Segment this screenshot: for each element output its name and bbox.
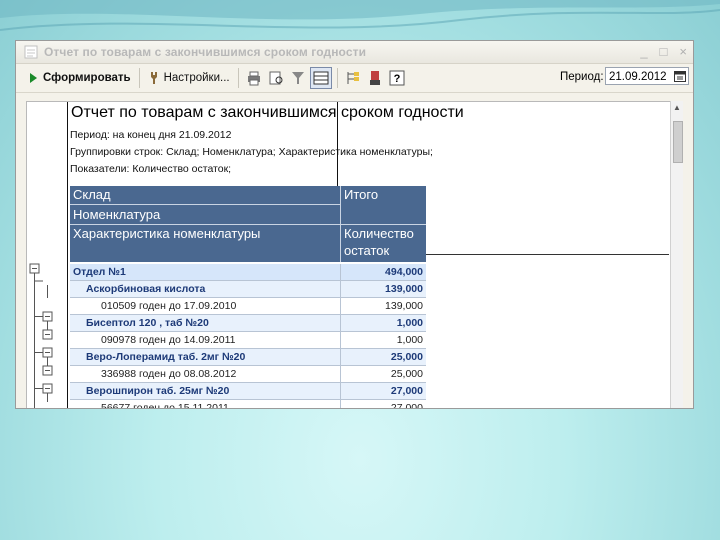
row-value: 25,000	[390, 368, 423, 380]
filter-button[interactable]	[288, 68, 308, 88]
preview-icon	[269, 71, 283, 85]
row-value: 139,000	[385, 300, 423, 312]
period-input[interactable]: 21.09.2012	[605, 67, 689, 85]
cell-divider	[340, 366, 341, 383]
scroll-up-icon[interactable]: ▲	[673, 103, 681, 112]
grouping-tree	[29, 263, 53, 408]
report-period: Период: на конец дня 21.09.2012	[70, 129, 232, 141]
header-quantity-line2: остаток	[344, 243, 390, 258]
row-name: Бисептол 120 , таб №20	[86, 317, 209, 329]
settings-button[interactable]: Настройки...	[144, 67, 234, 89]
cell-divider	[340, 264, 341, 281]
toolbar-separator	[138, 68, 140, 88]
row-name: 010509 годен до 17.09.2010	[101, 300, 237, 312]
play-icon	[30, 73, 37, 83]
row-value: 27,000	[390, 402, 423, 409]
report-sheet[interactable]: Отчет по товарам с закончившимся сроком …	[26, 101, 672, 409]
item-row[interactable]: Веро-Лоперамид таб. 2мг №20 25,000	[70, 349, 426, 366]
scroll-thumb[interactable]	[673, 121, 683, 163]
row-value: 494,000	[385, 266, 423, 278]
cell-divider	[340, 383, 341, 400]
toolbar-separator	[336, 68, 338, 88]
save-icon	[369, 71, 380, 85]
header-quantity: Количество остаток	[340, 224, 426, 262]
report-app-icon	[24, 45, 38, 59]
calendar-icon[interactable]	[674, 70, 686, 82]
settings-label: Настройки...	[163, 72, 230, 84]
row-name: 56677 годен до 15.11.2011	[101, 402, 229, 409]
window-title: Отчет по товарам с закончившимся сроком …	[44, 45, 367, 59]
title-bar: Отчет по товарам с закончившимся сроком …	[16, 41, 693, 64]
toolbar: Сформировать Настройки... ? Период: 21.0…	[16, 64, 693, 93]
wrench-icon	[150, 72, 157, 84]
cell-divider	[340, 315, 341, 332]
cell-divider	[340, 298, 341, 315]
row-value: 139,000	[385, 283, 423, 295]
minimize-button[interactable]: _	[640, 44, 647, 59]
detail-row[interactable]: 56677 годен до 15.11.2011 27,000	[70, 400, 426, 409]
header-warehouse: Склад	[70, 186, 340, 204]
row-name: Верошпирон таб. 25мг №20	[86, 385, 230, 397]
detail-row[interactable]: 090978 годен до 14.09.2011 1,000	[70, 332, 426, 349]
header-characteristic: Характеристика номенклатуры	[70, 225, 340, 262]
row-name: Отдел №1	[73, 266, 126, 278]
filter-icon	[291, 72, 304, 84]
row-name: Веро-Лоперамид таб. 2мг №20	[86, 351, 246, 363]
row-name: 090978 годен до 14.09.2011	[101, 334, 236, 346]
row-value: 27,000	[390, 385, 423, 397]
help-button[interactable]: ?	[387, 68, 407, 88]
printer-icon	[247, 71, 260, 86]
help-icon: ?	[389, 70, 405, 86]
generate-button[interactable]: Сформировать	[24, 67, 135, 89]
print-button[interactable]	[244, 68, 264, 88]
item-row[interactable]: Аскорбиновая кислота 139,000	[70, 281, 426, 298]
header-total: Итого	[340, 186, 426, 224]
period-label: Период:	[560, 71, 604, 83]
report-title: Отчет по товарам с закончившимся сроком …	[71, 104, 464, 121]
row-value: 1,000	[396, 334, 423, 346]
row-name: 336988 годен до 08.08.2012	[101, 368, 237, 380]
report-indicators: Показатели: Количество остаток;	[70, 163, 232, 175]
row-value: 25,000	[390, 351, 423, 363]
close-button[interactable]: ×	[679, 44, 687, 59]
svg-text:?: ?	[393, 73, 400, 85]
period-value: 21.09.2012	[609, 71, 667, 83]
group-row[interactable]: Отдел №1 494,000	[70, 264, 426, 281]
cell-divider	[340, 332, 341, 349]
vertical-scrollbar[interactable]: ▲	[670, 101, 683, 408]
table-view-button[interactable]	[309, 67, 332, 89]
maximize-button[interactable]: □	[660, 44, 668, 59]
table-icon	[313, 71, 329, 85]
row-name: Аскорбиновая кислота	[86, 283, 206, 295]
generate-label: Сформировать	[43, 72, 131, 84]
item-row[interactable]: Верошпирон таб. 25мг №20 27,000	[70, 383, 426, 400]
report-grouping: Группировки строк: Склад; Номенклатура; …	[70, 146, 433, 158]
preview-button[interactable]	[266, 68, 286, 88]
cell-divider	[340, 349, 341, 366]
header-nomenclature: Номенклатура	[70, 205, 340, 224]
cell-divider	[340, 281, 341, 298]
expand-icon	[347, 72, 359, 84]
header-quantity-line1: Количество	[344, 226, 414, 241]
expand-button[interactable]	[343, 68, 363, 88]
toolbar-separator	[237, 68, 239, 88]
detail-row[interactable]: 336988 годен до 08.08.2012 25,000	[70, 366, 426, 383]
save-button[interactable]	[365, 68, 385, 88]
detail-row[interactable]: 010509 годен до 17.09.2010 139,000	[70, 298, 426, 315]
item-row[interactable]: Бисептол 120 , таб №20 1,000	[70, 315, 426, 332]
report-window: Отчет по товарам с закончившимся сроком …	[15, 40, 694, 409]
cell-divider	[340, 400, 341, 408]
row-value: 1,000	[396, 317, 423, 329]
